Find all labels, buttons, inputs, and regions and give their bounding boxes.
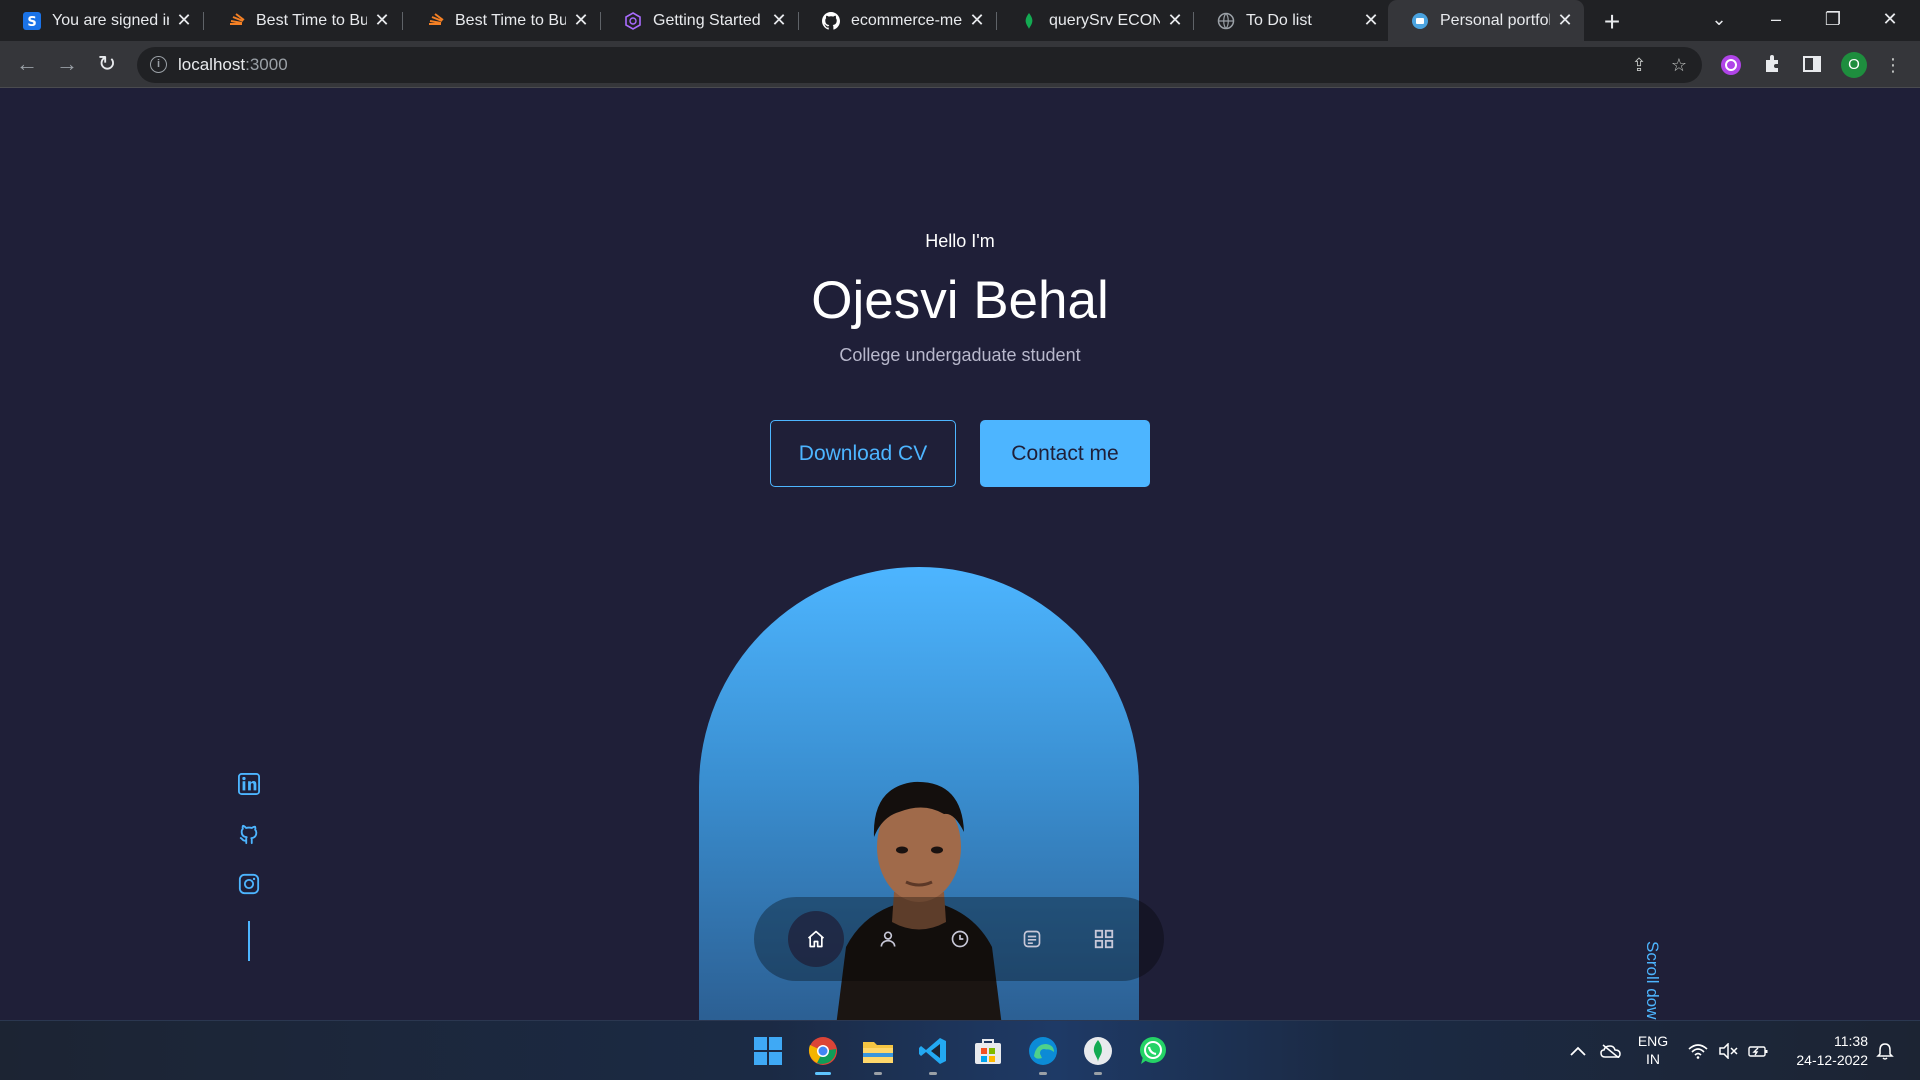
reload-icon[interactable]: ↻ [93,51,121,79]
windows-taskbar: ENG IN 11:38 24-12-2022 [0,1020,1920,1080]
onedrive-offline-icon[interactable] [1600,1021,1624,1080]
tab-best-time-1[interactable]: Best Time to Buy ✕ [204,0,401,41]
social-divider-line [248,921,250,961]
wifi-icon[interactable] [1688,1021,1710,1080]
running-app-indicator [1039,1072,1047,1075]
url-host: localhost [178,55,246,74]
windows-start-icon[interactable] [748,1031,788,1071]
tab-personal-portfolio[interactable]: Personal portfolio ✕ [1388,0,1584,41]
close-icon[interactable]: ✕ [373,10,391,31]
user-icon[interactable] [860,911,916,967]
github-icon [821,11,841,31]
system-clock[interactable]: 11:38 24-12-2022 [1788,1032,1868,1070]
stackoverflow-icon [226,11,246,31]
tab-todo[interactable]: To Do list ✕ [1194,0,1390,41]
tab-title: Best Time to Buy [256,11,367,29]
close-icon[interactable]: ✕ [175,10,193,31]
url-port: :3000 [245,55,288,74]
region-code: IN [1646,1051,1660,1067]
tab-title: ecommerce-mern [851,11,962,29]
site-info-icon[interactable]: i [150,56,167,73]
minimize-icon[interactable]: – [1756,4,1796,34]
clock-icon[interactable] [932,911,988,967]
close-icon[interactable]: ✕ [1362,10,1380,31]
close-icon[interactable]: ✕ [572,10,590,31]
clock-date: 24-12-2022 [1796,1052,1868,1068]
restore-icon[interactable]: ❐ [1813,4,1853,34]
hero-subtitle: College undergaduate student [839,345,1081,365]
running-app-indicator [929,1072,937,1075]
tab-title: Best Time to Buy [455,11,566,29]
tab-title: querySrv ECONNI [1049,11,1160,29]
share-icon[interactable]: ⇪ [1628,54,1650,76]
stackoverflow-icon [425,11,445,31]
side-panel-icon[interactable] [1801,54,1823,76]
github-icon[interactable] [238,823,262,847]
microsoft-store-icon[interactable] [968,1031,1008,1071]
tab-querysrv[interactable]: querySrv ECONNI ✕ [997,0,1194,41]
profile-avatar[interactable]: O [1841,52,1867,78]
mongodb-leaf-icon [1019,11,1039,31]
tab-title: Personal portfolio [1440,11,1550,29]
running-app-indicator [1094,1072,1102,1075]
whatsapp-icon[interactable] [1133,1031,1173,1071]
clock-time: 11:38 [1834,1033,1868,1049]
address-bar[interactable]: i localhost:3000 ⇪ ☆ [137,47,1702,83]
tray-overflow-icon[interactable] [1570,1021,1592,1080]
scroll-down-link[interactable]: Scroll down [1642,941,1662,1020]
hero-name: Ojesvi Behal [811,271,1109,330]
close-icon[interactable]: ✕ [1556,10,1574,31]
extensions-puzzle-icon[interactable] [1761,54,1783,76]
instagram-icon[interactable] [238,873,262,897]
tab-search-icon[interactable]: ⌄ [1699,4,1739,34]
message-icon[interactable] [1004,911,1060,967]
close-window-icon[interactable]: ✕ [1870,4,1910,34]
bottom-navigation [754,897,1164,981]
new-tab-button[interactable]: + [1598,6,1626,38]
tab-signed-in[interactable]: S You are signed in ✕ [0,0,203,41]
tab-ecommerce[interactable]: ecommerce-mern ✕ [799,0,996,41]
chrome-icon[interactable] [803,1031,843,1075]
portfolio-page: Hello I'm Ojesvi Behal College undergadu… [0,89,1920,1020]
tab-title: To Do list [1246,11,1312,29]
tab-title: You are signed in [52,11,169,29]
back-icon[interactable]: ← [13,51,41,79]
portfolio-icon [1410,11,1430,31]
tab-title: Getting Started w [653,11,764,29]
forward-icon[interactable]: → [53,51,81,79]
close-icon[interactable]: ✕ [770,10,788,31]
edge-icon[interactable] [1023,1031,1063,1075]
language-code: ENG [1637,1033,1669,1049]
grid-icon[interactable] [1076,911,1132,967]
linkedin-icon[interactable] [238,773,262,797]
vscode-icon[interactable] [913,1031,953,1075]
browser-toolbar: ← → ↻ i localhost:3000 ⇪ ☆ O ⋮ [0,41,1920,88]
running-app-indicator [874,1072,882,1075]
tab-getting-started[interactable]: Getting Started w ✕ [601,0,798,41]
file-explorer-icon[interactable] [858,1031,898,1075]
globe-icon [1216,11,1236,31]
battery-charging-icon[interactable] [1748,1021,1770,1080]
svg-text:S: S [27,15,36,30]
menu-kebab-icon[interactable]: ⋮ [1882,54,1904,76]
url-text[interactable]: localhost:3000 [178,55,288,75]
home-icon[interactable] [788,911,844,967]
browser-tab-strip: S You are signed in ✕ Best Time to Buy ✕… [0,0,1920,41]
active-app-indicator [815,1072,831,1075]
s-logo-icon: S [22,11,42,31]
close-icon[interactable]: ✕ [968,10,986,31]
greeting-text: Hello I'm [925,231,995,251]
download-cv-button[interactable]: Download CV [770,420,956,487]
close-icon[interactable]: ✕ [1166,10,1184,31]
tab-best-time-2[interactable]: Best Time to Buy ✕ [403,0,600,41]
mongodb-compass-icon[interactable] [1078,1031,1118,1075]
notification-bell-icon[interactable] [1876,1021,1898,1080]
language-indicator[interactable]: ENG IN [1636,1032,1670,1068]
graphql-icon [623,11,643,31]
contact-me-button[interactable]: Contact me [980,420,1150,487]
volume-muted-icon[interactable] [1718,1021,1740,1080]
extension-purple-icon[interactable] [1720,54,1742,76]
bookmark-star-icon[interactable]: ☆ [1668,54,1690,76]
